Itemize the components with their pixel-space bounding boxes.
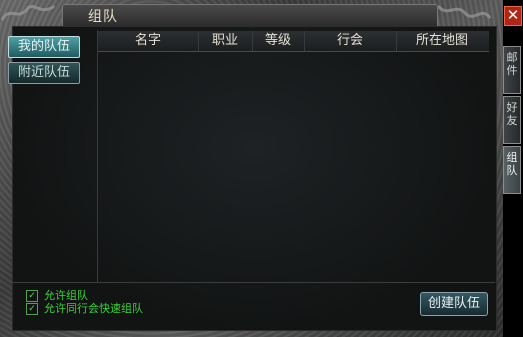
- side-tab-mail[interactable]: 邮 件: [503, 46, 521, 94]
- table-header: 名字 职业 等级 行会 所在地图: [98, 31, 489, 52]
- create-team-button[interactable]: 创建队伍: [420, 292, 488, 316]
- allow-team-checkbox[interactable]: ✓: [26, 290, 38, 302]
- team-member-list[interactable]: [98, 30, 489, 282]
- column-class: 职业: [198, 31, 253, 51]
- close-button[interactable]: ✕: [504, 6, 522, 26]
- tab-nearby-teams[interactable]: 附近队伍: [8, 62, 80, 84]
- side-tab-friends[interactable]: 好 友: [503, 96, 521, 144]
- divider: [12, 282, 495, 283]
- side-tab-team[interactable]: 组 队: [503, 146, 521, 194]
- dragon-ornament-left-icon: [0, 4, 55, 21]
- window-title: 组队: [88, 9, 118, 25]
- check-mark-icon: ✓: [28, 304, 36, 314]
- allow-guild-quick-team-checkbox[interactable]: ✓: [26, 303, 38, 315]
- tab-my-team[interactable]: 我的队伍: [8, 36, 80, 58]
- column-name: 名字: [98, 31, 199, 51]
- check-mark-icon: ✓: [28, 291, 36, 301]
- title-bar[interactable]: [62, 4, 438, 28]
- dragon-ornament-right-icon: [436, 4, 492, 19]
- column-guild: 行会: [304, 31, 397, 51]
- close-icon: ✕: [506, 6, 520, 24]
- column-map: 所在地图: [415, 33, 468, 48]
- column-level: 等级: [252, 31, 305, 51]
- allow-guild-quick-team-label: 允许同行会快速组队: [44, 302, 143, 315]
